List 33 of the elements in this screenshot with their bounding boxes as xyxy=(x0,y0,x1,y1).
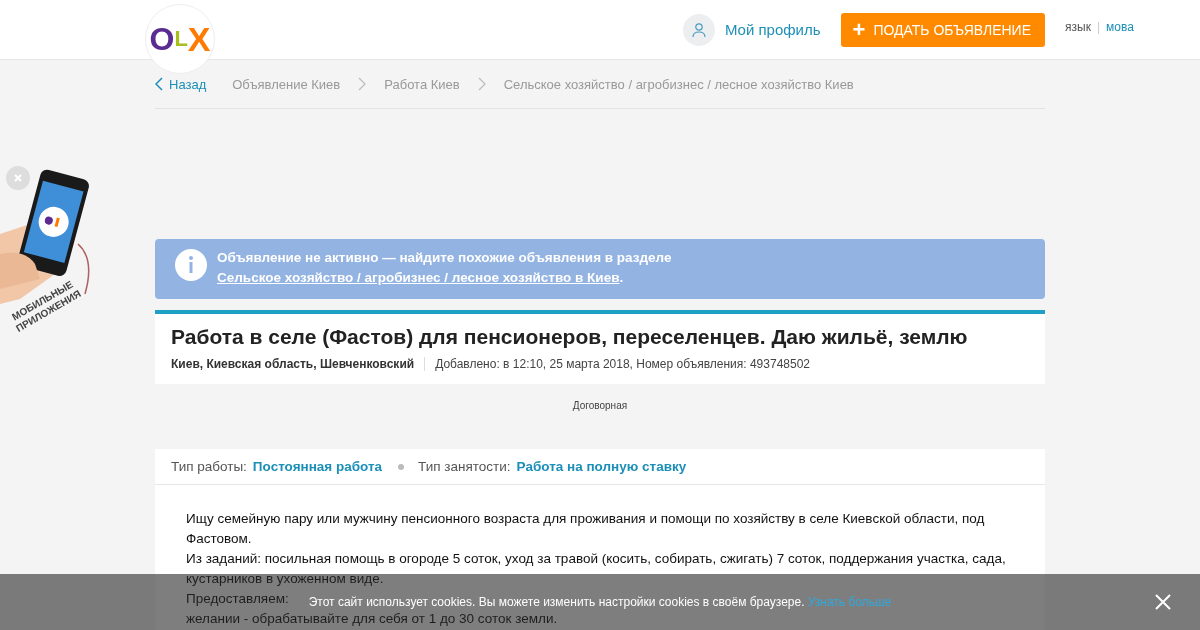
separator-dot xyxy=(398,463,405,470)
breadcrumb-link[interactable]: Работа Киев xyxy=(384,76,460,92)
info-icon xyxy=(175,249,207,281)
description-text: Из заданий: посильная помощь в огороде 5 соток, уход за травой (косить, собирать, сжигать) 7 соток, поддержания участка, сада, кустарников в ухоженном виде. xyxy=(186,550,1007,588)
category-link[interactable]: Сельское хозяйство / агробизнес / лесное хозяйство в Киев xyxy=(217,268,620,288)
language-link[interactable]: мова xyxy=(1106,19,1134,34)
notice-text: Объявление не активно — найдите похожие объявления в разделе Сельское хозяйство / агробизнес / лесное хозяйство в Киев. xyxy=(217,250,672,285)
param-link[interactable]: Постоянная работа xyxy=(252,459,383,474)
post-ad-button[interactable]: + ПОДАТЬ ОБЪЯВЛЕНИЕ xyxy=(840,12,1045,47)
chevron-icon xyxy=(358,77,367,91)
breadcrumb-link[interactable]: Объявление Киев xyxy=(232,76,341,92)
chevron-icon xyxy=(477,77,486,91)
back-link[interactable]: Назад xyxy=(155,76,207,92)
param-label: Тип занятости: xyxy=(418,459,511,474)
profile-link[interactable]: Мой профиль xyxy=(682,13,821,46)
ad-location: Киев, Киевская область, Шевченковский xyxy=(171,357,426,371)
param-label: Тип работы: xyxy=(171,459,247,474)
description-text: Ищу семейную пару или мужчину пенсионного возраста для проживания и помощи по хозяйству в селе Киевской области, под Фастовом. xyxy=(186,510,986,548)
ad-title: Работа в селе (Фастов) для пенсионеров, переселенцев. Даю жильё, землю xyxy=(170,324,969,349)
cookie-text: Этот сайт использует cookies. Вы можете изменить настройки cookies в своём браузере. Узнать больше xyxy=(308,595,892,609)
breadcrumb-link[interactable]: Сельское хозяйство / агробизнес / лесное хозяйство Киев xyxy=(503,76,854,92)
param-link[interactable]: Работа на полную ставку xyxy=(516,459,687,474)
language-link[interactable]: язык xyxy=(1065,19,1091,34)
description-text: Предоставляем: xyxy=(186,590,289,608)
chevron-left-icon xyxy=(155,77,163,91)
close-icon xyxy=(13,173,23,183)
ad-added-date: Добавлено: в 12:10, 25 марта 2018, Номер объявления: 493748502 xyxy=(435,357,810,371)
olx-logo[interactable]: OLX xyxy=(145,4,215,74)
close-icon xyxy=(1154,593,1172,611)
description-text: желании - обрабатывайте для себя от 1 до 30 соток земли. xyxy=(186,610,559,628)
ad-price: Договорная xyxy=(572,400,628,413)
user-icon xyxy=(682,13,715,46)
separator: | xyxy=(1096,19,1100,34)
